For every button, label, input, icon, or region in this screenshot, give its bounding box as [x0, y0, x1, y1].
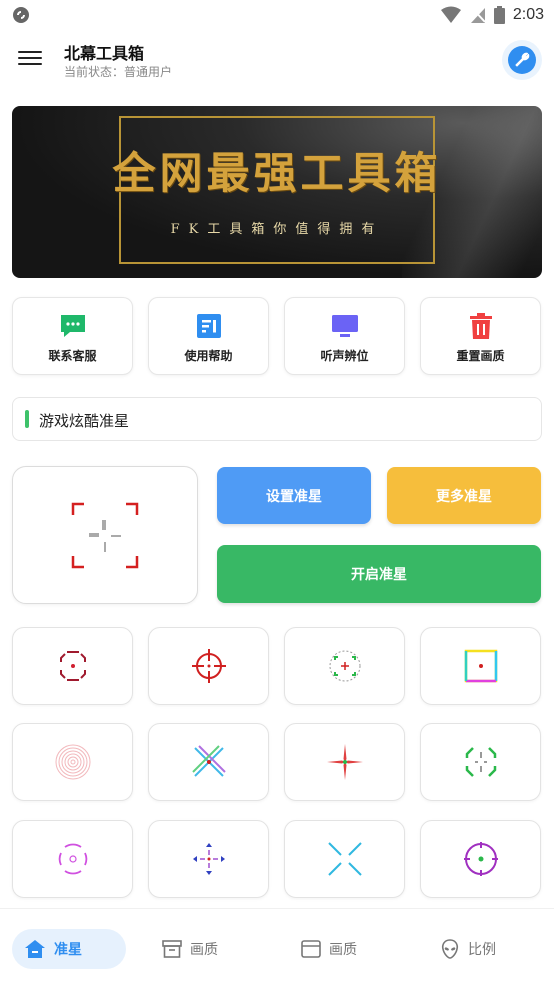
- wifi-icon: [440, 6, 461, 23]
- status-bar: 2:03: [0, 0, 554, 30]
- crosshair-option[interactable]: [284, 723, 405, 801]
- banner-title: 全网最强工具箱: [112, 149, 442, 199]
- star-cross-crosshair-icon: [326, 744, 363, 780]
- nav-item-graphics[interactable]: 画质: [162, 929, 218, 969]
- nav-label: 画质: [190, 942, 218, 958]
- battery-icon: [493, 6, 505, 24]
- banner-subtitle: FK工具箱你值得拥有: [170, 222, 384, 237]
- archive-box-icon: [162, 940, 182, 958]
- section-title: 游戏炫酷准星: [39, 412, 130, 430]
- quick-action-label: 联系客服: [48, 349, 97, 363]
- app-notification-icon: [13, 7, 29, 23]
- nav-item-graphics-2[interactable]: 画质: [301, 929, 357, 969]
- app-title: 北幕工具箱: [64, 44, 145, 63]
- bottom-nav: 准星 画质 画质 比例: [0, 908, 554, 986]
- window-icon: [301, 940, 321, 958]
- chat-icon: [61, 315, 85, 337]
- scope-crosshair-icon: [191, 649, 226, 683]
- crosshair-option[interactable]: [420, 723, 541, 801]
- quick-action-label: 重置画质: [456, 349, 505, 363]
- rgb-square-crosshair-icon: [464, 649, 497, 683]
- sound-position-button[interactable]: 听声辨位: [284, 297, 405, 375]
- no-signal-icon: [470, 7, 486, 23]
- octagon-dot-crosshair-icon: [59, 651, 86, 681]
- magenta-arc-crosshair-icon: [58, 843, 87, 875]
- app-bar: 北幕工具箱 当前状态：普通用户: [0, 30, 554, 92]
- wrench-icon: [515, 52, 530, 67]
- green-bracket-crosshair-icon: [465, 747, 496, 777]
- promo-banner[interactable]: 全网最强工具箱 FK工具箱你值得拥有: [12, 106, 542, 278]
- crosshair-option[interactable]: [148, 627, 269, 705]
- dashed-circle-crosshair-icon: [329, 650, 360, 682]
- selected-crosshair-icon: [71, 502, 139, 569]
- concentric-rings-crosshair-icon: [55, 744, 90, 780]
- home-icon: [25, 940, 45, 958]
- crosshair-option[interactable]: [12, 627, 133, 705]
- set-crosshair-button[interactable]: 设置准星: [217, 467, 371, 524]
- tools-button[interactable]: [502, 40, 542, 80]
- section-accent: [25, 410, 29, 428]
- x-cross-crosshair-icon: [191, 745, 226, 777]
- enable-crosshair-button[interactable]: 开启准星: [217, 545, 541, 603]
- crosshair-option[interactable]: [148, 820, 269, 898]
- crosshair-option[interactable]: [284, 820, 405, 898]
- crosshair-option[interactable]: [12, 820, 133, 898]
- crosshair-option[interactable]: [148, 723, 269, 801]
- nav-label: 比例: [468, 942, 496, 958]
- clock: 2:03: [512, 6, 544, 23]
- alien-icon: [441, 939, 459, 959]
- section-header: 游戏炫酷准星: [12, 397, 542, 441]
- nav-label: 画质: [329, 942, 357, 958]
- contact-support-button[interactable]: 联系客服: [12, 297, 133, 375]
- monitor-icon: [332, 315, 358, 337]
- crosshair-preview: [12, 466, 198, 604]
- crosshair-option[interactable]: [420, 820, 541, 898]
- nav-label: 准星: [54, 942, 82, 958]
- trash-icon: [470, 313, 492, 339]
- menu-icon[interactable]: [18, 47, 42, 71]
- cyan-x-crosshair-icon: [327, 842, 362, 876]
- nav-item-ratio[interactable]: 比例: [440, 929, 496, 969]
- user-status: 当前状态：普通用户: [64, 65, 173, 79]
- app-screen: 2:03 北幕工具箱 当前状态：普通用户 全网最强工具箱 FK工具箱你值得拥有 …: [0, 0, 554, 986]
- arrow-cross-crosshair-icon: [192, 843, 225, 875]
- help-doc-icon: [197, 314, 221, 338]
- more-crosshair-button[interactable]: 更多准星: [387, 467, 541, 524]
- crosshair-option[interactable]: [284, 627, 405, 705]
- usage-help-button[interactable]: 使用帮助: [148, 297, 269, 375]
- purple-circle-crosshair-icon: [463, 842, 498, 876]
- quick-action-label: 听声辨位: [320, 349, 369, 363]
- nav-item-crosshair[interactable]: 准星: [12, 929, 126, 969]
- quick-action-label: 使用帮助: [184, 349, 233, 363]
- crosshair-option[interactable]: [420, 627, 541, 705]
- crosshair-option[interactable]: [12, 723, 133, 801]
- reset-graphics-button[interactable]: 重置画质: [420, 297, 541, 375]
